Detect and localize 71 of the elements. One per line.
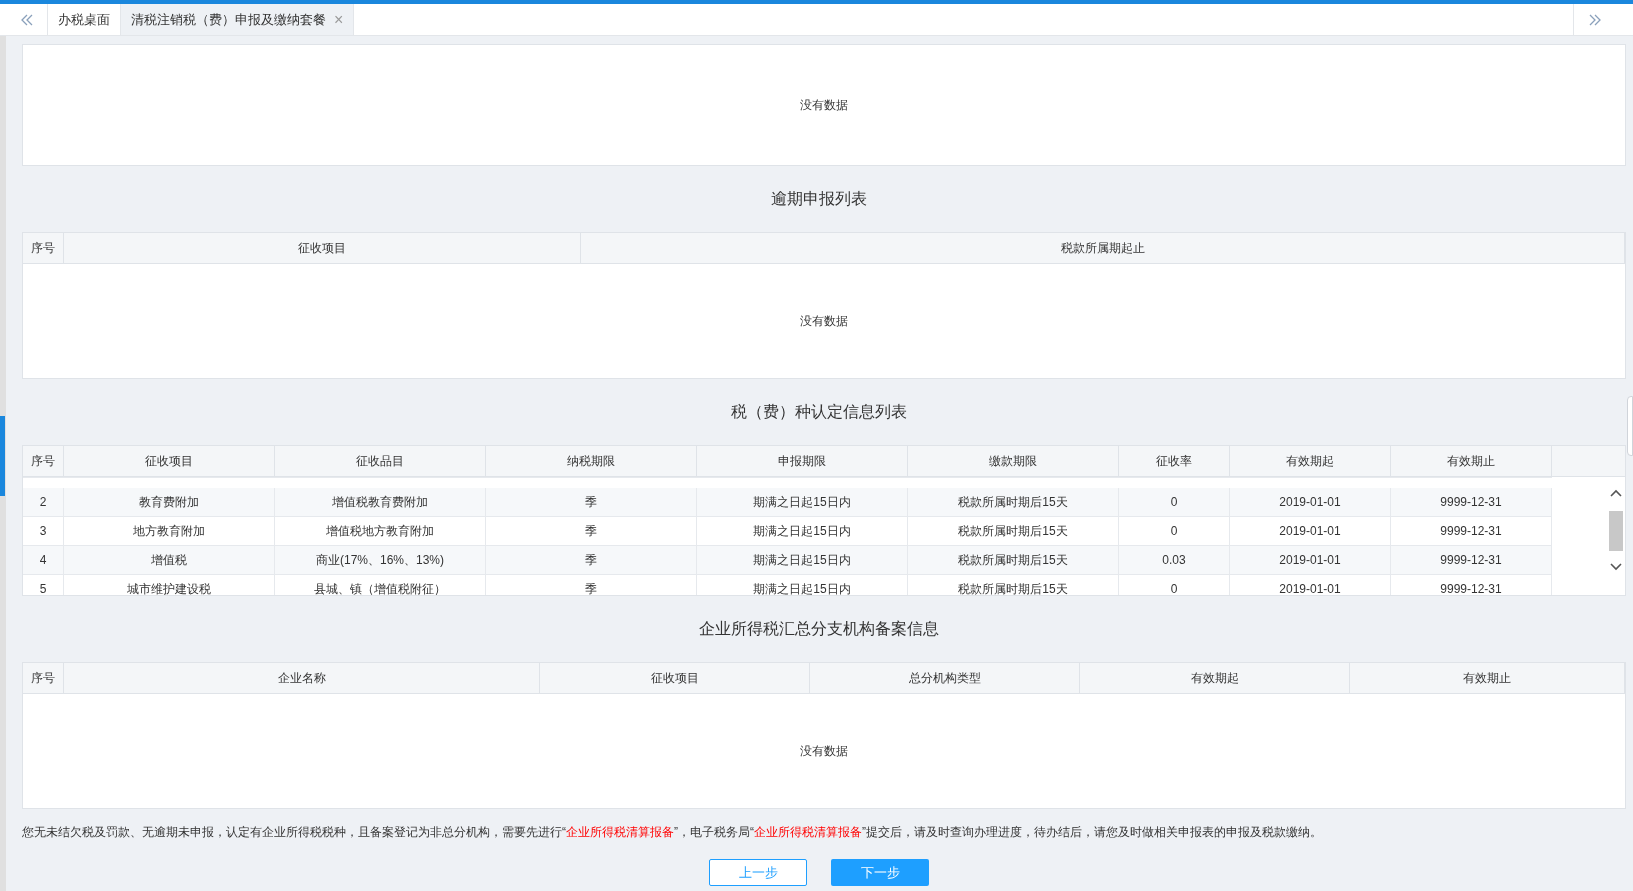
table-cell: 0: [1119, 517, 1230, 545]
tab[interactable]: 清税注销税（费）申报及缴纳套餐 ×: [121, 4, 355, 35]
side-handle[interactable]: [0, 416, 5, 496]
table-cell: 期满之日起15日内: [697, 517, 908, 545]
column-header: 总分机构类型: [810, 663, 1080, 693]
column-header: 企业名称: [64, 663, 540, 693]
table-cell: 期满之日起15日内: [697, 488, 908, 516]
column-header: 序号: [23, 663, 64, 693]
table-cell: 期满之日起15日内: [697, 546, 908, 574]
double-chevron-left-icon: [19, 13, 34, 26]
column-header: 税款所属期起止: [581, 233, 1625, 263]
chevron-down-icon[interactable]: [1610, 563, 1622, 571]
notice-text: 您无未结欠税及罚款、无逾期未申报，认定有企业所得税税种，且备案登记为非总分机构，需要先进行“企业所得税清算报备”，电子税务局“企业所得税清算报备”提交后，请及时查询办理进度，待办结后，请您及时做相关申报表的申报及税款缴纳。: [22, 824, 1323, 841]
table-cell: 3: [23, 517, 64, 545]
table-cell: 5: [23, 575, 64, 595]
column-header: 征收品目: [275, 446, 486, 476]
table-cell: 季: [486, 517, 697, 545]
table-cell: 税款所属时期后15天: [908, 575, 1119, 595]
table-cell: 9999-12-31: [1391, 546, 1552, 574]
table-cell: 增值税地方教育附加: [275, 517, 486, 545]
column-header: 申报期限: [697, 446, 908, 476]
column-header: 征收项目: [64, 233, 581, 263]
table-cell: 税款所属时期后15天: [908, 488, 1119, 516]
column-header: 征收项目: [540, 663, 810, 693]
chevron-up-icon[interactable]: [1610, 489, 1622, 497]
table-cell: 9999-12-31: [1391, 575, 1552, 595]
table-cell: 城市维护建设税: [64, 575, 275, 595]
column-header: 缴款期限: [908, 446, 1119, 476]
table-cell: 2019-01-01: [1230, 546, 1391, 574]
table: 序号 征收项目 征收品目 纳税期限 申报期限 缴款期限 征收率 有效期起 有效期止 2 教育费附加 增值税教育费附加 季 期满之日起15日内 税款所属时期后15天 0 2019-01-01 9999-12-31 3 地方教育附加 增值税地方教育附加 季 期满之日起15日内 税款所属时期后15天 0 2019-01-01 9999-12-31 4 增值税 商业(17%、16%、13%) 季 期满之日起15日内 税款所属时期后15天 0.03 2019-01-01 9999-12-31 5 城市维护建设税 县城、镇（增值税附征） 季 期满之日起15日内 税款所属时期后15天 0 2019-01-01 9999-12-31: [22, 445, 1626, 596]
table-cell: 9999-12-31: [1391, 517, 1552, 545]
table-cell: 县城、镇（增值税附征）: [275, 575, 486, 595]
table-cell: 税款所属时期后15天: [908, 546, 1119, 574]
table-cell: 2019-01-01: [1230, 517, 1391, 545]
column-header: 有效期起: [1080, 663, 1350, 693]
column-header: 纳税期限: [486, 446, 697, 476]
empty-message: 没有数据: [800, 97, 848, 114]
tab-label[interactable]: 清税注销税（费）申报及缴纳套餐: [131, 9, 326, 30]
column-header: 有效期止: [1350, 663, 1625, 693]
section-title: 税（费）种认定信息列表: [731, 402, 907, 422]
table-cell: 2019-01-01: [1230, 575, 1391, 595]
side-panel-edge: [1627, 396, 1633, 456]
table-cell: 季: [486, 575, 697, 595]
table-cell: 税款所属时期后15天: [908, 517, 1119, 545]
table-cell: 教育费附加: [64, 488, 275, 516]
section-title: 逾期申报列表: [771, 189, 867, 209]
column-header: 序号: [23, 446, 64, 476]
table-cell: 0: [1119, 488, 1230, 516]
table-cell: 2: [23, 488, 64, 516]
table-cell: 季: [486, 546, 697, 574]
table-cell: 增值税: [64, 546, 275, 574]
section-title: 企业所得税汇总分支机构备案信息: [699, 619, 939, 639]
empty-message: 没有数据: [800, 313, 848, 330]
column-header: 征收项目: [64, 446, 275, 476]
table-cell: 期满之日起15日内: [697, 575, 908, 595]
column-header: 有效期起: [1230, 446, 1391, 476]
tab-label[interactable]: 办税桌面: [58, 9, 110, 30]
table-cell: 增值税教育费附加: [275, 488, 486, 516]
table-cell: 4: [23, 546, 64, 574]
table-cell: 季: [486, 488, 697, 516]
table-cell: 商业(17%、16%、13%): [275, 546, 486, 574]
table-cell: 2019-01-01: [1230, 488, 1391, 516]
table-cell: 9999-12-31: [1391, 488, 1552, 516]
table-cell: 地方教育附加: [64, 517, 275, 545]
empty-message: 没有数据: [800, 743, 848, 760]
double-chevron-right-icon: [1587, 13, 1602, 26]
column-header: 征收率: [1119, 446, 1230, 476]
column-header: 序号: [23, 233, 64, 263]
table-cell: 0.03: [1119, 546, 1230, 574]
table-cell: 0: [1119, 575, 1230, 595]
scrollbar-thumb[interactable]: [1609, 511, 1623, 551]
